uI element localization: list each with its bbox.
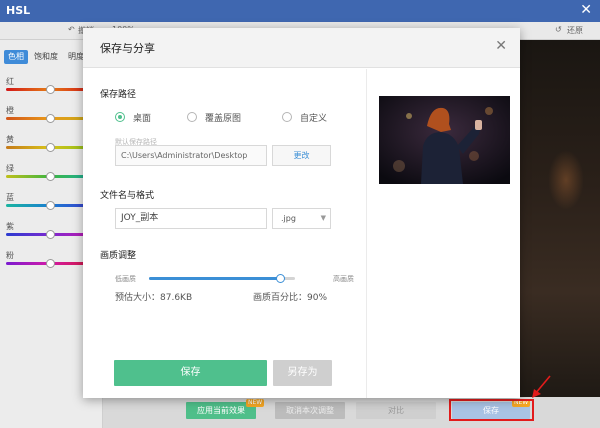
- photo-canvas: [520, 40, 600, 400]
- pointer-arrow-icon: [532, 375, 551, 398]
- color-slider-handle[interactable]: [46, 172, 55, 181]
- new-badge: NEW: [246, 399, 265, 407]
- save-path-field[interactable]: C:\Users\Administrator\Desktop: [115, 145, 267, 166]
- color-label: 蓝: [6, 193, 14, 202]
- dialog-header: 保存与分享 ✕: [83, 28, 520, 68]
- save-path-heading: 保存路径: [100, 90, 137, 100]
- quality-percent-text: 画质百分比：90%: [253, 293, 328, 303]
- quality-slider-handle[interactable]: [276, 274, 286, 283]
- dialog-title: 保存与分享: [100, 42, 155, 55]
- chevron-down-icon: ▼: [320, 214, 326, 222]
- color-label: 橙: [6, 106, 14, 115]
- radio-circle-icon: [282, 112, 292, 122]
- undo-icon[interactable]: ↶: [68, 25, 75, 34]
- dialog-close-icon[interactable]: ✕: [495, 38, 507, 54]
- quality-slider[interactable]: [149, 274, 295, 283]
- color-slider-handle[interactable]: [46, 114, 55, 123]
- color-label: 紫: [6, 222, 14, 231]
- radio-desktop[interactable]: 桌面: [115, 110, 151, 124]
- radio-desktop-label: 桌面: [133, 113, 152, 124]
- format-select[interactable]: .jpg ▼: [272, 208, 331, 229]
- cancel-adjust-button[interactable]: 取消本次调整: [275, 402, 345, 419]
- hsl-tabs: 色相 饱和度 明度: [4, 50, 88, 64]
- preview-image: [379, 96, 510, 184]
- radio-overwrite-label: 覆盖原图: [205, 113, 242, 124]
- radio-overwrite[interactable]: 覆盖原图: [187, 110, 241, 124]
- estimated-size-text: 预估大小：87.6KB: [115, 293, 193, 303]
- color-label: 粉: [6, 251, 14, 260]
- radio-custom-label: 自定义: [300, 113, 328, 124]
- preview-thumbnail: [379, 96, 510, 184]
- radio-circle-icon: [187, 112, 197, 122]
- save-button[interactable]: 保存: [114, 360, 267, 386]
- format-value: .jpg: [281, 214, 296, 223]
- tab-saturation[interactable]: 饱和度: [30, 50, 62, 64]
- color-slider-handle[interactable]: [46, 143, 55, 152]
- color-slider-handle[interactable]: [46, 230, 55, 239]
- color-label: 黄: [6, 135, 14, 144]
- compare-button[interactable]: 对比: [356, 402, 436, 419]
- color-slider-handle[interactable]: [46, 259, 55, 268]
- save-as-button[interactable]: 另存为: [273, 360, 332, 386]
- quality-heading: 画质调整: [100, 251, 137, 261]
- preview-panel: [366, 69, 520, 398]
- high-quality-label: 高画质: [333, 275, 354, 283]
- photo-highlight: [548, 150, 584, 210]
- app-titlebar: HSL ✕: [0, 0, 600, 22]
- file-heading: 文件名与格式: [100, 191, 155, 201]
- restore-label[interactable]: 还原: [567, 25, 583, 36]
- save-share-dialog: 保存与分享 ✕ 保存路径 桌面 覆盖原图 自定义 默认保存路径 C:\Users…: [83, 28, 520, 398]
- color-label: 绿: [6, 164, 14, 173]
- color-slider-handle[interactable]: [46, 201, 55, 210]
- restore-icon[interactable]: ↺: [555, 25, 562, 34]
- app-title: HSL: [6, 4, 31, 17]
- close-icon[interactable]: ✕: [580, 2, 592, 18]
- tab-hue[interactable]: 色相: [4, 50, 28, 64]
- quality-slider-fill: [149, 277, 281, 280]
- color-label: 红: [6, 77, 14, 86]
- save-highlight-box: [449, 399, 534, 421]
- change-path-button[interactable]: 更改: [272, 145, 331, 166]
- color-slider-handle[interactable]: [46, 85, 55, 94]
- radio-custom[interactable]: 自定义: [282, 110, 327, 124]
- file-name-field[interactable]: JOY_副本: [115, 208, 267, 229]
- low-quality-label: 低画质: [115, 275, 136, 283]
- radio-circle-icon: [115, 112, 125, 122]
